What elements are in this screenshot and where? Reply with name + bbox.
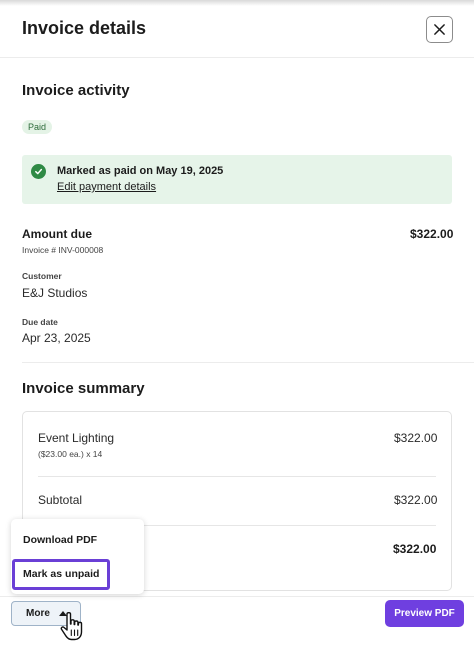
check-circle-icon [31, 164, 46, 179]
card-divider [38, 476, 436, 477]
more-menu: Download PDF Mark as unpaid [11, 519, 144, 594]
close-button[interactable] [426, 16, 453, 43]
download-pdf-item[interactable]: Download PDF [23, 534, 97, 546]
customer-label: Customer [22, 271, 62, 281]
edit-payment-link[interactable]: Edit payment details [57, 181, 156, 193]
page-title: Invoice details [22, 18, 147, 38]
subtotal-label: Subtotal [38, 493, 83, 507]
alert-title: Marked as paid on May 19, 2025 [57, 165, 224, 177]
due-date-label: Due date [22, 317, 58, 327]
amount-due-label: Amount due [22, 227, 92, 241]
invoice-activity-heading: Invoice activity [22, 82, 130, 99]
mark-as-unpaid-item[interactable]: Mark as unpaid [23, 568, 99, 580]
more-label: More [26, 608, 50, 619]
subtotal-value: $322.00 [394, 493, 438, 507]
close-icon [434, 24, 445, 35]
line-item-price: $322.00 [394, 431, 438, 445]
payment-alert: Marked as paid on May 19, 2025 Edit paym… [22, 155, 452, 204]
section-divider [22, 362, 474, 363]
hand-pointer-icon [60, 612, 83, 641]
status-badge: Paid [22, 120, 53, 134]
total-value: $322.00 [393, 542, 437, 556]
invoice-summary-heading: Invoice summary [22, 380, 145, 397]
line-item-detail: ($23.00 ea.) x 14 [38, 449, 103, 459]
line-item-name: Event Lighting [38, 431, 115, 445]
customer-name: E&J Studios [22, 286, 88, 300]
preview-pdf-button[interactable]: Preview PDF [385, 600, 464, 627]
amount-due-value: $322.00 [410, 227, 454, 241]
modal-header: Invoice details [0, 0, 474, 58]
due-date-value: Apr 23, 2025 [22, 331, 91, 345]
invoice-number: Invoice # INV-000008 [22, 245, 104, 255]
